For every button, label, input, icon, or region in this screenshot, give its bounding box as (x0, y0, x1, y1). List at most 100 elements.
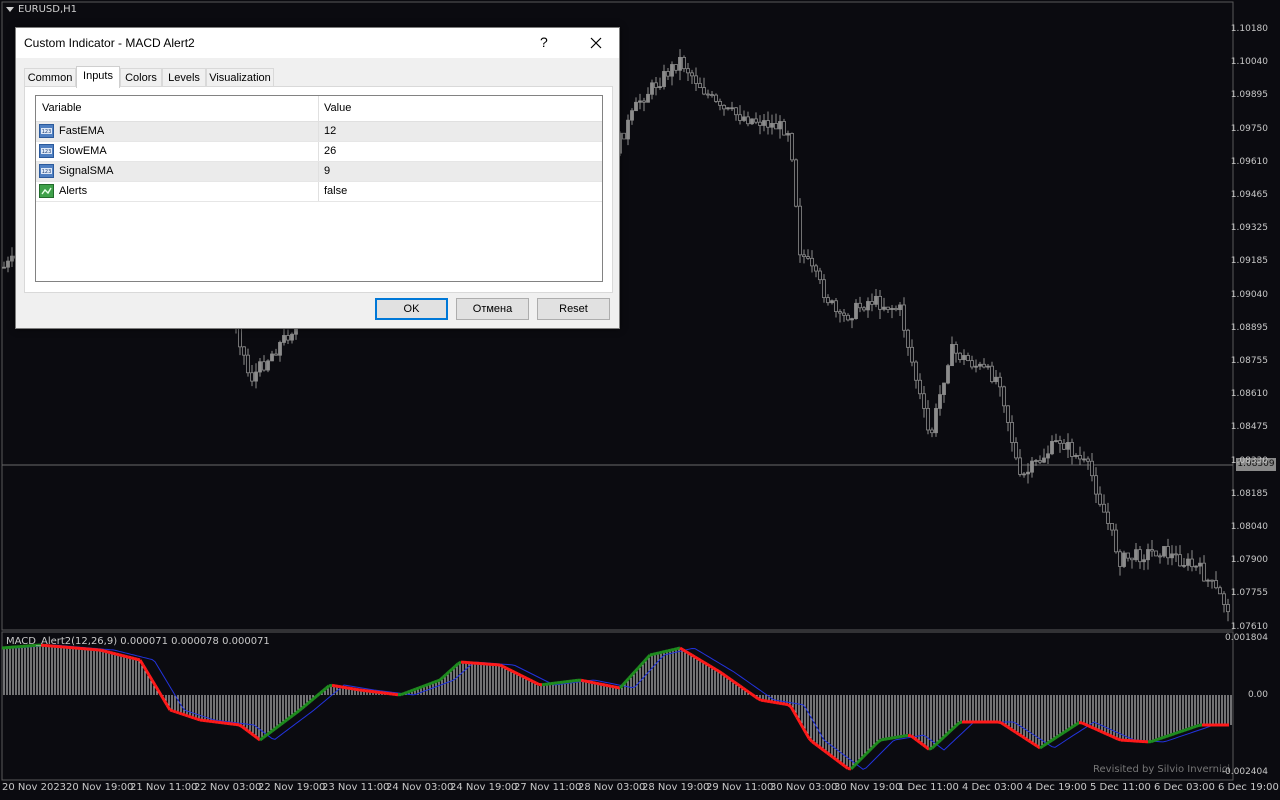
macd-line-segment (529, 678, 534, 683)
candle-body (1218, 587, 1222, 595)
macd-line-segment (1063, 729, 1068, 734)
time-tick: 24 Nov 19:00 (450, 782, 518, 793)
param-row-slowema[interactable]: 123 SlowEMA 26 (36, 142, 602, 162)
tab-inputs[interactable]: Inputs (76, 66, 120, 88)
macd-line-segment (930, 744, 937, 750)
macd-line-segment (748, 691, 753, 696)
param-row-signalsma[interactable]: 123 SignalSMA 9 (36, 162, 602, 182)
candle-body (734, 107, 738, 116)
macd-line-segment (895, 735, 900, 739)
candle-body (238, 327, 242, 348)
macd-line-segment (804, 732, 811, 739)
candle-body (982, 363, 986, 368)
cancel-button[interactable]: Отмена (456, 298, 529, 320)
macd-line-segment (444, 670, 451, 676)
macd-line-segment (331, 683, 336, 688)
macd-line-segment (928, 746, 933, 751)
price-tick: 1.09325 (1230, 223, 1268, 234)
dialog-titlebar[interactable]: Custom Indicator - MACD Alert2 ? (16, 28, 619, 58)
macd-line-segment (523, 675, 528, 680)
macd-line-segment (441, 673, 448, 679)
candle-body (918, 379, 922, 395)
param-row-fastema[interactable]: 123 FastEMA 12 (36, 122, 602, 142)
macd-line-segment (694, 655, 699, 661)
macd-line-segment (811, 740, 816, 745)
macd-line-segment (535, 681, 540, 686)
macd-line-segment (325, 684, 330, 690)
candle-body (966, 355, 970, 362)
macd-line-segment (133, 657, 138, 661)
time-tick: 20 Nov 2023 (2, 782, 67, 793)
macd-line-segment (817, 744, 822, 750)
time-tick: 30 Nov 03:00 (770, 782, 838, 793)
macd-line-segment (244, 727, 249, 733)
header-value[interactable]: Value (324, 102, 351, 114)
reset-button[interactable]: Reset (537, 298, 610, 320)
macd-line-segment (265, 732, 270, 737)
param-value[interactable]: 26 (324, 145, 336, 157)
tab-visualization[interactable]: Visualization (206, 68, 274, 87)
macd-line-segment (754, 695, 759, 700)
candle-body (1014, 442, 1018, 459)
macd-line-segment (852, 761, 859, 768)
candle-body (766, 120, 770, 128)
candle-body (1158, 555, 1162, 558)
macd-line-segment (144, 669, 151, 676)
tab-colors[interactable]: Colors (120, 68, 162, 87)
macd-line-segment (757, 697, 762, 702)
macd-line-segment (1009, 727, 1014, 732)
candle-body (910, 346, 914, 363)
macd-line-segment (304, 702, 309, 707)
macd-line-segment (298, 707, 303, 712)
candle-body (842, 312, 846, 316)
macd-line-segment (184, 713, 189, 718)
candle-body (6, 260, 10, 268)
svg-text:123: 123 (42, 129, 52, 135)
macd-line-segment (661, 650, 666, 654)
price-tick: 1.10180 (1230, 24, 1268, 34)
candle-body (770, 123, 774, 128)
tab-levels[interactable]: Levels (162, 68, 206, 87)
candle-body (1102, 503, 1106, 513)
macd-line-segment (721, 672, 726, 677)
ok-button[interactable]: OK (375, 298, 448, 320)
param-value[interactable]: false (324, 185, 347, 197)
macd-line-segment (642, 657, 649, 663)
macd-line-segment (832, 756, 837, 761)
help-button[interactable]: ? (540, 34, 548, 50)
candle-body (1082, 458, 1086, 461)
macd-line-segment (595, 681, 600, 686)
macd-line-segment (337, 684, 342, 689)
macd-line-segment (877, 738, 882, 744)
param-value[interactable]: 12 (324, 125, 336, 137)
macd-line-segment (1054, 735, 1059, 740)
macd-line-segment (1081, 721, 1086, 726)
candle-body (714, 94, 718, 102)
candle-body (762, 120, 766, 126)
candle-body (710, 94, 714, 96)
macd-line-segment (1057, 733, 1062, 738)
time-tick: 4 Dec 03:00 (962, 782, 1023, 793)
candle-body (914, 361, 918, 381)
param-value[interactable]: 9 (324, 165, 330, 177)
macd-line-segment (1174, 731, 1179, 735)
macd-line-segment (1102, 730, 1107, 736)
candle-body (262, 361, 266, 371)
candle-body (1166, 546, 1170, 559)
candle-body (934, 408, 938, 434)
candle-body (938, 394, 942, 409)
macd-line-segment (936, 738, 943, 744)
macd-line-segment (153, 684, 160, 691)
candle-body (834, 300, 838, 312)
param-row-alerts[interactable]: Alerts false (36, 182, 602, 202)
macd-line-segment (849, 764, 856, 771)
macd-line-segment (322, 687, 327, 692)
header-variable[interactable]: Variable (42, 102, 82, 114)
tab-common[interactable]: Common (24, 68, 76, 87)
macd-line-segment (1024, 736, 1029, 742)
macd-line-segment (727, 676, 732, 681)
close-button[interactable] (582, 30, 610, 56)
macd-line-segment (502, 665, 507, 670)
macd-line-segment (1000, 721, 1005, 726)
macd-line-segment (156, 689, 163, 696)
